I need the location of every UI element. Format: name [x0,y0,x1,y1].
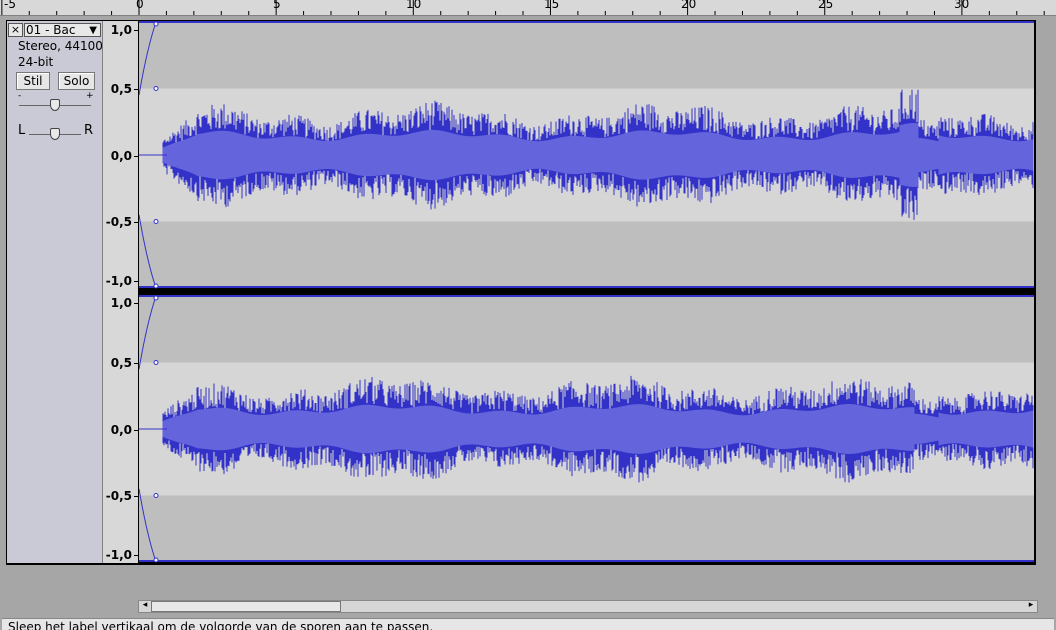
audio-track: × 01 - Bac ▼ Stereo, 44100Hz 24-bit Stil… [6,20,1036,565]
scroll-right-arrow-icon[interactable]: ▸ [1025,600,1037,610]
track-close-button[interactable]: × [8,23,23,37]
ruler-label: -5 [4,0,16,11]
envelope-point[interactable] [153,557,159,563]
ruler-label: 30 [954,0,970,11]
pan-slider-thumb[interactable] [50,128,60,140]
envelope-point[interactable] [153,21,159,27]
gain-slider-thumb[interactable] [50,99,60,111]
vertical-ruler-tick [134,281,138,282]
scroll-left-arrow-icon[interactable]: ◂ [139,600,151,610]
waveform-area[interactable] [138,21,1034,563]
solo-button[interactable]: Solo [58,72,95,90]
vertical-ruler-tick [134,496,138,497]
vertical-ruler-tick [134,555,138,556]
amplitude-label: -1,0 [105,548,132,562]
ruler-label: 20 [681,0,697,11]
ruler-ticks [1,0,1045,15]
horizontal-scrollbar[interactable]: ◂ ▸ [138,600,1038,613]
amplitude-label: -0,5 [105,489,132,503]
vertical-ruler-tick [134,222,138,223]
vertical-ruler[interactable]: 1,0 0,5 0,0 -0,5 -1,0 1,0 0,5 0,0 -0,5 -… [102,21,138,563]
envelope-point[interactable] [153,283,159,289]
vertical-ruler-tick [134,363,138,364]
amplitude-label: -0,5 [105,215,132,229]
track-name: 01 - Bac [26,23,76,37]
envelope-point[interactable] [153,295,159,301]
track-bitdepth: 24-bit [18,55,54,69]
ruler-label: 5 [273,0,281,11]
mute-button[interactable]: Stil [16,72,50,90]
ruler-label: 10 [406,0,422,11]
envelope-point[interactable] [153,219,159,224]
vertical-ruler-tick [134,30,138,31]
vertical-ruler-tick [134,89,138,90]
timeline-ruler[interactable]: -5 0 5 10 15 20 25 30 [0,0,1056,16]
channel-right[interactable] [138,295,1034,563]
ruler-label: 0 [136,0,144,11]
envelope-point[interactable] [153,493,159,498]
amplitude-label: 1,0 [110,296,132,310]
scrollbar-thumb[interactable] [151,601,341,612]
envelope-point[interactable] [153,86,159,91]
status-bar: Sleep het label vertikaal om de volgorde… [2,618,1054,630]
vertical-ruler-tick [134,430,138,431]
channel-left[interactable] [138,21,1034,289]
amplitude-label: 0,0 [110,149,132,163]
pan-left-label: L [18,123,26,138]
waveform-rms [162,404,1034,454]
pan-right-label: R [84,123,94,138]
amplitude-label: 0,0 [110,423,132,437]
amplitude-label: 1,0 [110,23,132,37]
ruler-label: 15 [544,0,560,11]
audacity-window: -5 0 5 10 15 20 25 30 × 01 - Bac ▼ Stere… [0,0,1056,630]
amplitude-label: 0,5 [110,356,132,370]
waveform[interactable] [138,21,1034,563]
gain-plus-label: + [86,91,94,101]
gain-minus-label: - [18,91,22,101]
track-name-menu[interactable]: 01 - Bac ▼ [24,23,101,37]
vertical-ruler-tick [134,156,138,157]
envelope-point[interactable] [153,360,159,365]
amplitude-label: -1,0 [105,274,132,288]
amplitude-label: 0,5 [110,82,132,96]
track-control-panel[interactable]: × 01 - Bac ▼ Stereo, 44100Hz 24-bit Stil… [7,21,118,563]
vertical-ruler-tick [134,303,138,304]
dropdown-arrow-icon: ▼ [89,25,97,36]
ruler-label: 25 [818,0,834,11]
